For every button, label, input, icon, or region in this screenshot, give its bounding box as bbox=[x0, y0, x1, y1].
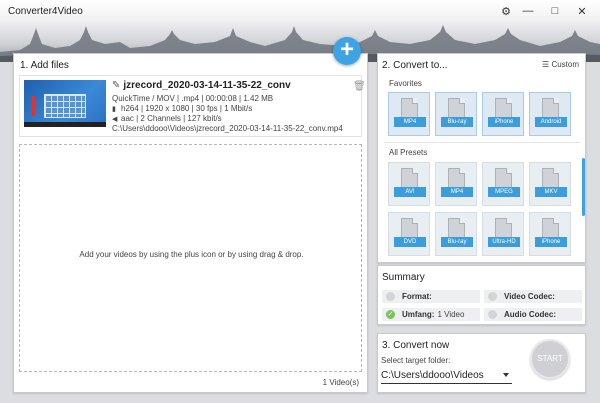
preset-label: Blu-ray bbox=[441, 237, 473, 247]
convert-to-panel: 2. Convert to... ☰ Custom Favorites MP4 … bbox=[377, 53, 586, 263]
file-path: C:\Users\ddooo\Videos\jzrecord_2020-03-1… bbox=[112, 124, 343, 133]
custom-button[interactable]: ☰ Custom bbox=[542, 60, 579, 69]
preset-label: Android bbox=[535, 117, 567, 127]
preset-label: AVI bbox=[394, 187, 426, 197]
film-file-icon bbox=[401, 98, 418, 119]
speaker-icon: ◀ bbox=[112, 116, 118, 123]
preset-label: MPEG bbox=[488, 187, 520, 197]
preset-label: MP4 bbox=[394, 117, 426, 127]
preset-label: DVD bbox=[394, 237, 426, 247]
format-label: Format: bbox=[402, 292, 432, 301]
convert-now-title: 3. Convert now bbox=[382, 340, 450, 351]
umfang-value: 1 Video bbox=[437, 310, 465, 319]
preset-fav-bluray[interactable]: Blu-ray bbox=[435, 92, 477, 136]
convert-to-title: 2. Convert to... bbox=[382, 60, 448, 71]
app-title: Converter4Video bbox=[8, 6, 83, 17]
disc-file-icon bbox=[448, 218, 465, 239]
preset-label: Blu-ray bbox=[441, 117, 473, 127]
all-presets-label: All Presets bbox=[389, 148, 428, 157]
film-file-icon bbox=[448, 168, 465, 189]
titlebar: Converter4Video ⚙ — □ ✕ bbox=[0, 0, 600, 22]
file-name[interactable]: ✎ jzrecord_2020-03-14-11-35-22_conv bbox=[112, 80, 291, 91]
convert-now-panel: 3. Convert now Select target folder: C:\… bbox=[377, 333, 586, 393]
check-icon: ✓ bbox=[386, 310, 395, 319]
file-audio-info: ◀ aac | 2 Channels | 127 kbit/s bbox=[112, 114, 222, 123]
phone-file-icon bbox=[542, 98, 559, 119]
film-file-icon bbox=[401, 168, 418, 189]
film-file-icon bbox=[495, 168, 512, 189]
video-camera-icon: ▮ bbox=[112, 106, 116, 113]
add-files-title: 1. Add files bbox=[20, 60, 69, 71]
preset-label: MP4 bbox=[441, 187, 473, 197]
phone-file-icon bbox=[542, 218, 559, 239]
summary-format: Format: bbox=[382, 290, 480, 303]
menu-lines-icon: ☰ bbox=[542, 60, 550, 69]
phone-file-icon bbox=[495, 98, 512, 119]
target-folder-select[interactable]: C:\Users\ddooo\Videos bbox=[381, 368, 512, 384]
custom-label: Custom bbox=[551, 60, 579, 69]
preset-label: iPhone bbox=[488, 117, 520, 127]
preset-label: Ultra-HD bbox=[488, 237, 520, 247]
target-folder-label: Select target folder: bbox=[381, 356, 451, 365]
preset-fav-mp4[interactable]: MP4 bbox=[388, 92, 430, 136]
video-codec-label: Video Codec: bbox=[504, 292, 555, 301]
video-count: 1 Video(s) bbox=[322, 378, 359, 387]
umfang-label-text: Umfang: bbox=[402, 310, 435, 319]
file-card[interactable]: ✎ jzrecord_2020-03-14-11-35-22_conv Quick… bbox=[19, 75, 366, 137]
preset-avi[interactable]: AVI bbox=[388, 162, 430, 206]
drop-hint: Add your videos by using the plus icon o… bbox=[79, 250, 304, 259]
status-pending-icon bbox=[488, 310, 497, 319]
preset-label: MKV bbox=[535, 187, 567, 197]
close-icon[interactable]: ✕ bbox=[574, 4, 590, 18]
start-button[interactable]: START bbox=[530, 339, 570, 379]
summary-umfang: ✓ Umfang: 1 Video bbox=[382, 308, 480, 321]
gear-icon[interactable]: ⚙ bbox=[498, 4, 514, 18]
preset-dvd[interactable]: DVD bbox=[388, 212, 430, 256]
file-name-text: jzrecord_2020-03-14-11-35-22_conv bbox=[123, 80, 291, 91]
umfang-label: Umfang: 1 Video bbox=[402, 310, 464, 319]
disc-file-icon bbox=[448, 98, 465, 119]
chevron-down-icon bbox=[503, 373, 509, 377]
trash-icon[interactable]: 🗑 bbox=[353, 81, 366, 92]
disc-file-icon bbox=[401, 218, 418, 239]
status-pending-icon bbox=[488, 292, 497, 301]
preset-ultrahd[interactable]: Ultra-HD bbox=[482, 212, 524, 256]
preset-mpeg[interactable]: MPEG bbox=[482, 162, 524, 206]
preset-bluray[interactable]: Blu-ray bbox=[435, 212, 477, 256]
presets-scrollbar[interactable] bbox=[582, 158, 585, 216]
divider bbox=[384, 142, 580, 143]
edit-pencil-icon[interactable]: ✎ bbox=[112, 80, 120, 91]
target-folder-value: C:\Users\ddooo\Videos bbox=[381, 370, 484, 381]
status-pending-icon bbox=[386, 292, 395, 301]
film-file-icon bbox=[542, 168, 559, 189]
video-info-text: h264 | 1920 x 1080 | 30 fps | 1 Mbit/s bbox=[121, 104, 253, 113]
file-video-info: ▮ h264 | 1920 x 1080 | 30 fps | 1 Mbit/s bbox=[112, 104, 252, 113]
preset-iphone[interactable]: iPhone bbox=[529, 212, 571, 256]
minimize-icon[interactable]: — bbox=[520, 4, 536, 18]
file-container-info: QuickTime / MOV | .mp4 | 00:00:08 | 1.42… bbox=[112, 94, 274, 103]
preset-fav-android[interactable]: Android bbox=[529, 92, 571, 136]
film-file-icon bbox=[495, 218, 512, 239]
summary-title: Summary bbox=[382, 272, 425, 283]
add-files-button[interactable]: + bbox=[333, 37, 361, 65]
add-files-panel: 1. Add files ✎ jzrecord_2020-03-14-11-35-… bbox=[13, 53, 368, 393]
summary-audio-codec: Audio Codec: bbox=[484, 308, 582, 321]
favorites-label: Favorites bbox=[389, 79, 422, 88]
preset-fav-iphone[interactable]: iPhone bbox=[482, 92, 524, 136]
app-window: Converter4Video ⚙ — □ ✕ + 1. Add files ✎… bbox=[0, 0, 600, 403]
summary-video-codec: Video Codec: bbox=[484, 290, 582, 303]
audio-info-text: aac | 2 Channels | 127 kbit/s bbox=[121, 114, 222, 123]
preset-label: iPhone bbox=[535, 237, 567, 247]
preset-mp4[interactable]: MP4 bbox=[435, 162, 477, 206]
maximize-icon[interactable]: □ bbox=[547, 4, 563, 18]
preset-mkv[interactable]: MKV bbox=[529, 162, 571, 206]
drop-zone[interactable]: Add your videos by using the plus icon o… bbox=[19, 144, 362, 372]
audio-codec-label: Audio Codec: bbox=[504, 310, 556, 319]
summary-panel: Summary Format: Video Codec: ✓ Umfang: 1 … bbox=[377, 265, 586, 325]
video-thumbnail bbox=[24, 80, 106, 127]
